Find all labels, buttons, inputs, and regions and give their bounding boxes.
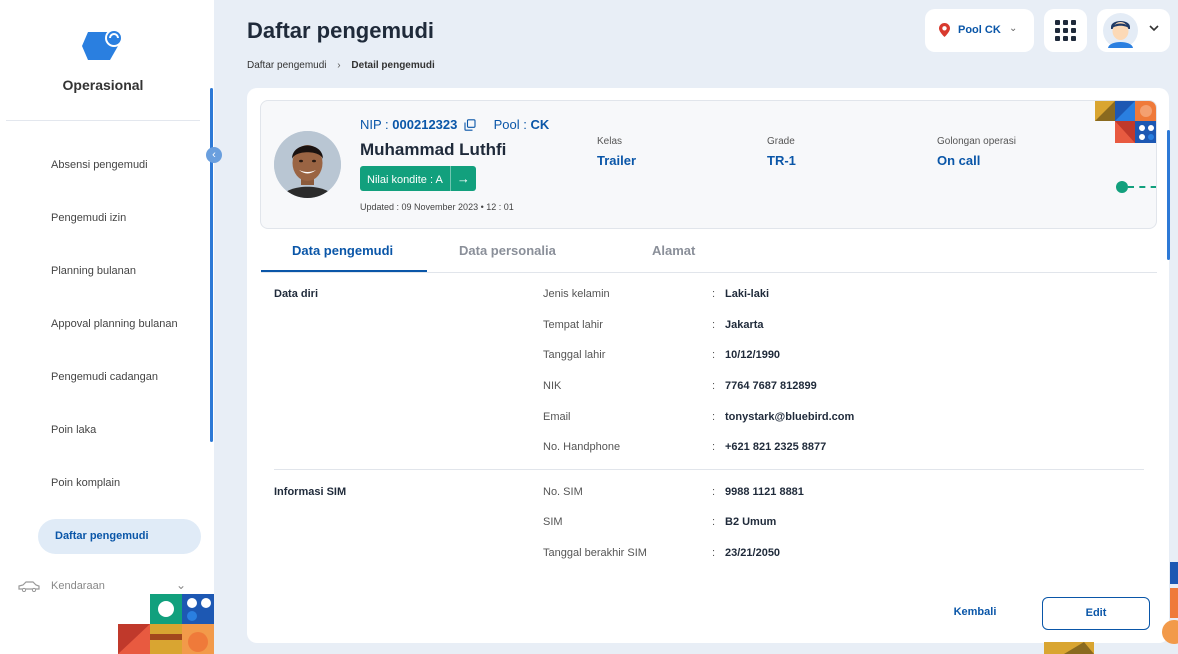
grade-value: TR-1 — [767, 153, 796, 168]
field-label: Email — [543, 411, 571, 423]
breadcrumb-link[interactable]: Daftar pengemudi — [247, 60, 327, 71]
app-name: Operasional — [62, 77, 144, 93]
field-separator: : — [712, 411, 716, 423]
sidebar: Operasional Absensi pengemudi Pengemudi … — [0, 0, 214, 654]
golongan-field: Golongan operasi On call — [937, 136, 1016, 168]
section-title-data-diri: Data diri — [274, 288, 319, 300]
section-divider — [274, 469, 1144, 470]
field-separator: : — [712, 486, 716, 498]
field-label: SIM — [543, 516, 563, 528]
app-logo-icon — [82, 29, 123, 60]
nilai-kondite-label: Nilai kondite : A — [367, 174, 443, 186]
driver-profile-panel: NIP : 000212323 Pool : CK Muhammad Luthf… — [260, 100, 1157, 229]
timeline-dashed-line — [1128, 186, 1156, 188]
driver-photo — [274, 131, 341, 198]
kelas-label: Kelas — [597, 136, 623, 147]
nip-value: 000212323 — [392, 117, 458, 132]
decorative-pattern — [118, 594, 214, 654]
chevron-down-icon — [1149, 25, 1159, 32]
field-label: Jenis kelamin — [543, 288, 610, 300]
sidebar-scrollbar[interactable] — [210, 88, 213, 442]
pool-selector-button[interactable]: Pool CK ⌄ — [925, 9, 1034, 52]
user-menu-button[interactable] — [1097, 9, 1170, 52]
section-title-informasi-sim: Informasi SIM — [274, 486, 347, 498]
field-value: tonystark@bluebird.com — [725, 411, 855, 423]
field-separator: : — [712, 319, 716, 331]
sidebar-item-absensi[interactable]: Absensi pengemudi — [51, 157, 148, 173]
field-value: 23/21/2050 — [725, 547, 781, 559]
field-separator: : — [712, 349, 716, 361]
golongan-value: On call — [937, 153, 981, 168]
chevron-down-icon: ⌄ — [176, 578, 187, 592]
field-label: No. SIM — [543, 486, 583, 498]
sidebar-item-daftar-pengemudi[interactable]: Daftar pengemudi — [38, 519, 201, 554]
field-separator: : — [712, 288, 716, 300]
nilai-kondite-button[interactable]: Nilai kondite : A → — [360, 166, 476, 191]
active-tab-indicator — [261, 270, 427, 272]
field-value: +621 821 2325 8877 — [725, 441, 827, 453]
field-value: B2 Umum — [725, 516, 777, 528]
sidebar-item-pengemudi-cadangan[interactable]: Pengemudi cadangan — [51, 369, 158, 385]
back-button[interactable]: Kembali — [940, 606, 1010, 618]
field-label: Tanggal lahir — [543, 349, 606, 361]
decorative-pattern — [1095, 101, 1156, 143]
sidebar-item-poin-komplain[interactable]: Poin komplain — [51, 475, 120, 491]
kelas-value: Trailer — [597, 153, 637, 168]
field-value: 10/12/1990 — [725, 349, 781, 361]
location-pin-icon — [939, 23, 950, 37]
driver-nip: NIP : 000212323 Pool : CK — [360, 117, 549, 132]
field-label: No. Handphone — [543, 441, 621, 453]
golongan-label: Golongan operasi — [937, 136, 1016, 147]
pool-selector-label: Pool CK — [958, 24, 1001, 36]
field-separator: : — [712, 547, 716, 559]
sidebar-item-pengemudi-izin[interactable]: Pengemudi izin — [51, 210, 126, 226]
field-separator: : — [712, 380, 716, 392]
driver-name: Muhammad Luthfi — [360, 140, 507, 159]
sidebar-item-approval-planning[interactable]: Appoval planning bulanan — [51, 316, 178, 332]
chevron-down-icon: ⌄ — [1009, 23, 1018, 34]
content-scrollbar[interactable] — [1167, 130, 1170, 260]
sidebar-divider — [6, 120, 200, 121]
sidebar-item-poin-laka[interactable]: Poin laka — [51, 422, 96, 438]
breadcrumb-separator-icon: › — [337, 60, 341, 71]
apps-menu-button[interactable] — [1044, 9, 1087, 52]
tab-alamat[interactable]: Alamat — [652, 243, 695, 259]
page-title: Daftar pengemudi — [247, 18, 435, 43]
copy-icon[interactable] — [464, 119, 476, 131]
grade-label: Grade — [767, 136, 795, 147]
edit-button[interactable]: Edit — [1042, 597, 1150, 630]
sidebar-section-label: Kendaraan — [51, 580, 105, 592]
field-value: 7764 7687 812899 — [725, 380, 817, 392]
field-value: 9988 1121 8881 — [725, 486, 804, 498]
field-separator: : — [712, 516, 716, 528]
tab-divider — [261, 272, 1157, 273]
field-separator: : — [712, 441, 716, 453]
arrow-right-icon: → — [449, 166, 476, 191]
timeline-marker — [1116, 181, 1128, 193]
last-updated-text: Updated : 09 November 2023 • 12 : 01 — [360, 202, 514, 212]
tab-data-pengemudi[interactable]: Data pengemudi — [292, 243, 393, 259]
field-value: Laki-laki — [725, 288, 770, 300]
nip-label: NIP : — [360, 117, 389, 132]
field-label: Tempat lahir — [543, 319, 603, 331]
sidebar-collapse-button[interactable]: ‹ — [206, 147, 222, 163]
field-value: Jakarta — [725, 319, 764, 331]
grid-icon — [1055, 20, 1076, 41]
breadcrumb: Daftar pengemudi › Detail pengemudi — [247, 60, 435, 71]
pool-value: CK — [530, 117, 550, 132]
grade-field: Grade TR-1 — [767, 136, 796, 168]
car-icon — [18, 581, 40, 592]
breadcrumb-current: Detail pengemudi — [351, 60, 435, 71]
avatar-icon — [1103, 13, 1138, 48]
sidebar-item-planning-bulanan[interactable]: Planning bulanan — [51, 263, 136, 279]
kelas-field: Kelas Trailer — [597, 136, 636, 168]
tab-data-personalia[interactable]: Data personalia — [459, 243, 556, 259]
pool-label: Pool : — [493, 117, 527, 132]
field-label: Tanggal berakhir SIM — [543, 547, 647, 559]
field-label: NIK — [543, 380, 562, 392]
